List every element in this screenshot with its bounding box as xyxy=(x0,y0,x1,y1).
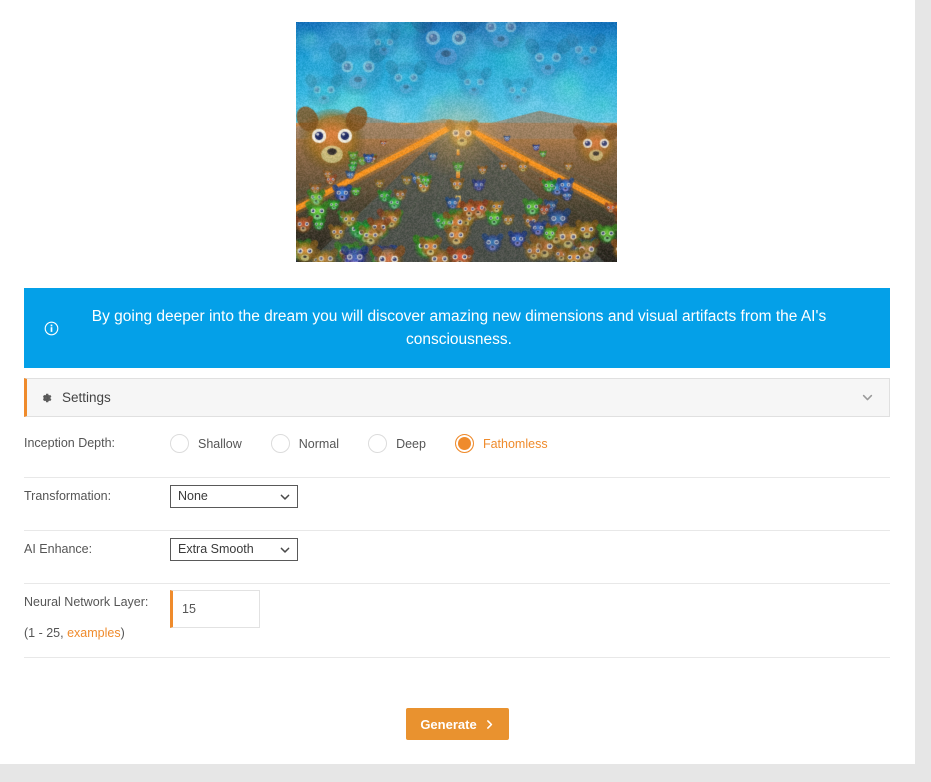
chevron-down-icon xyxy=(279,486,291,507)
form-row-transformation: Transformation: None xyxy=(24,478,890,531)
neural-network-layer-label-col: Neural Network Layer: (1 - 25, examples) xyxy=(24,584,170,641)
radio-label-deep: Deep xyxy=(396,436,426,451)
generate-button-label: Generate xyxy=(420,716,477,732)
chevron-down-icon xyxy=(279,539,291,560)
hint-suffix: ) xyxy=(120,626,125,640)
form-row-inception-depth: Inception Depth: Shallow Normal Deep Fat… xyxy=(24,425,890,478)
neural-network-layer-label: Neural Network Layer: xyxy=(24,595,149,609)
transformation-select-value: None xyxy=(178,489,208,503)
generate-button[interactable]: Generate xyxy=(406,708,509,740)
page-content: By going deeper into the dream you will … xyxy=(0,0,915,764)
radio-circle-icon xyxy=(170,434,189,453)
page-scroll-gutter[interactable] xyxy=(915,0,931,782)
gear-icon xyxy=(38,390,53,405)
neural-network-layer-control xyxy=(170,584,890,628)
radio-option-normal[interactable]: Normal xyxy=(270,434,340,453)
generate-button-container: Generate xyxy=(0,708,915,740)
ai-enhance-select[interactable]: Extra Smooth xyxy=(170,538,298,561)
radio-option-deep[interactable]: Deep xyxy=(368,434,426,453)
ai-enhance-select-value: Extra Smooth xyxy=(178,542,254,556)
app-viewport: By going deeper into the dream you will … xyxy=(0,0,931,782)
form-row-ai-enhance: AI Enhance: Extra Smooth xyxy=(24,531,890,584)
info-circle-icon xyxy=(38,321,64,336)
info-banner: By going deeper into the dream you will … xyxy=(24,288,890,368)
radio-circle-icon xyxy=(270,434,290,453)
settings-panel-header[interactable]: Settings xyxy=(24,378,890,417)
radio-circle-icon xyxy=(368,434,388,453)
form-row-neural-network-layer: Neural Network Layer: (1 - 25, examples) xyxy=(24,584,890,658)
radio-label-normal: Normal xyxy=(298,436,340,451)
settings-panel-label: Settings xyxy=(62,390,111,405)
transformation-control: None xyxy=(170,478,890,513)
ai-enhance-label: AI Enhance: xyxy=(24,542,93,556)
info-banner-text: By going deeper into the dream you will … xyxy=(91,308,827,348)
inception-depth-control: Shallow Normal Deep Fathomless xyxy=(170,425,890,453)
inception-depth-label-col: Inception Depth: xyxy=(24,425,170,451)
neural-network-layer-hint: (1 - 25, examples) xyxy=(24,625,170,641)
radio-option-shallow[interactable]: Shallow xyxy=(170,434,242,453)
chevron-down-icon[interactable] xyxy=(859,390,875,406)
radio-circle-selected-icon xyxy=(454,434,474,453)
neural-network-layer-input[interactable] xyxy=(170,590,260,628)
dream-preview-canvas xyxy=(296,22,617,262)
chevron-right-icon xyxy=(484,719,495,730)
ai-enhance-control: Extra Smooth xyxy=(170,531,890,566)
inception-depth-label: Inception Depth: xyxy=(24,436,116,450)
dream-preview-image xyxy=(296,22,617,262)
hint-prefix: (1 - 25, xyxy=(24,626,68,640)
transformation-label-col: Transformation: xyxy=(24,478,170,504)
radio-label-shallow: Shallow xyxy=(198,436,242,451)
examples-link[interactable]: examples xyxy=(67,626,121,640)
radio-label-fathomless: Fathomless xyxy=(482,436,548,451)
transformation-select[interactable]: None xyxy=(170,485,298,508)
settings-form: Inception Depth: Shallow Normal Deep Fat… xyxy=(24,425,890,658)
inception-depth-radio-group: Shallow Normal Deep Fathomless xyxy=(170,429,890,453)
ai-enhance-label-col: AI Enhance: xyxy=(24,531,170,557)
radio-option-fathomless[interactable]: Fathomless xyxy=(454,434,548,453)
transformation-label: Transformation: xyxy=(24,489,112,503)
